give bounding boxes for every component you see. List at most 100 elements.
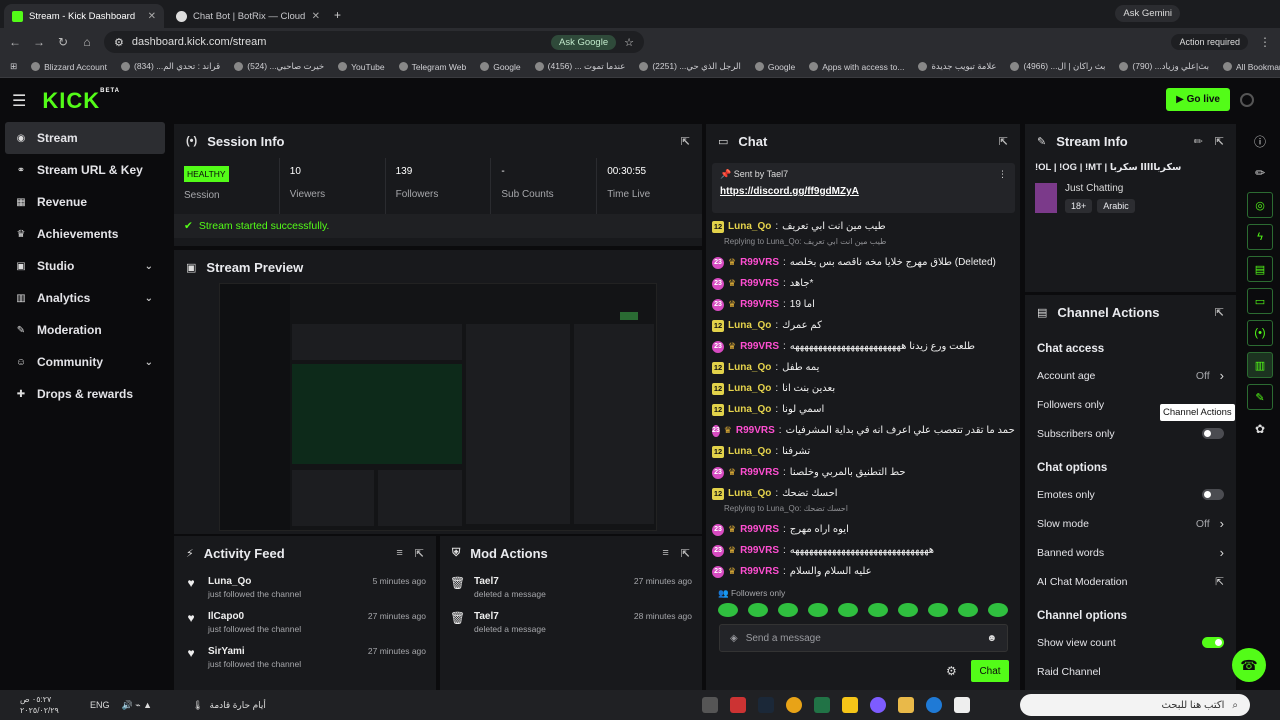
emote-icon[interactable] [898, 603, 918, 617]
option-control[interactable] [1202, 637, 1224, 648]
edit-icon[interactable]: ✏ [1247, 160, 1273, 186]
channel-option[interactable]: Show view count [1025, 628, 1236, 657]
popout-icon[interactable]: ⇱ [681, 135, 690, 148]
clock[interactable]: ٠٥:٢٧ ص ٢٠٢٥/٠٢/٢٩ [0, 694, 90, 716]
excel-icon[interactable] [814, 697, 830, 713]
channel-option[interactable]: Account age Off › [1025, 361, 1236, 390]
palette-icon[interactable]: ✿ [1247, 416, 1273, 442]
channel-actions-rail-icon[interactable]: ▥ [1247, 352, 1273, 378]
filter-icon[interactable]: ≡ [396, 547, 402, 560]
bookmark-item[interactable]: عندما تموت ... (4156) [534, 61, 625, 72]
filter-icon[interactable]: ≡ [662, 547, 668, 560]
menu-icon[interactable]: ⋮ [1258, 35, 1272, 49]
chat-username[interactable]: R99VRS [740, 257, 779, 268]
emote-icon[interactable] [868, 603, 888, 617]
chat-username[interactable]: R99VRS [740, 299, 779, 310]
chat-username[interactable]: Luna_Qo [728, 446, 771, 457]
popout-icon[interactable]: ⇱ [1215, 306, 1224, 319]
option-control[interactable]: Off › [1196, 368, 1224, 383]
sidebar-item-stream[interactable]: ◉ Stream [5, 122, 165, 154]
support-headset-icon[interactable]: ☎ [1232, 648, 1266, 682]
chat-message[interactable]: 23 ♛ R99VRS: جاهد* [712, 273, 1015, 294]
chat-message[interactable]: 23 ♛ R99VRS: طلعت ورع زيدنا ههههههههههههههه… [712, 336, 1015, 357]
chat-username[interactable]: R99VRS [736, 425, 775, 436]
bookmark-item[interactable]: YouTube [338, 62, 385, 72]
stream-preview-video[interactable] [219, 283, 657, 531]
emote-icon[interactable] [928, 603, 948, 617]
bookmark-item[interactable]: All Bookmarks [1222, 62, 1280, 72]
option-control[interactable]: Off › [1196, 516, 1224, 531]
chat-message[interactable]: 12 Luna_Qo: طيب مين انت ابي تعريف [712, 216, 1015, 237]
gear-icon[interactable]: ⚙ [946, 664, 957, 678]
chat-message[interactable]: 23 ♛ R99VRS: عاد احمد ما تقدر تتعصب علي اعر… [712, 420, 1015, 441]
back-icon[interactable]: ← [8, 35, 22, 49]
chat-username[interactable]: R99VRS [740, 467, 779, 478]
bookmark-item[interactable]: خيرت صاحبي... (524) [234, 61, 324, 72]
app-icon[interactable] [954, 697, 970, 713]
bookmark-item[interactable]: Apps with access to... [809, 62, 904, 72]
chat-username[interactable]: Luna_Qo [728, 404, 771, 415]
sidebar-item-studio[interactable]: ▣ Studio ⌄ [5, 250, 165, 282]
ask-google-button[interactable]: Ask Google [551, 34, 617, 50]
emote-icon[interactable] [988, 603, 1008, 617]
chat-username[interactable]: Luna_Qo [728, 362, 771, 373]
option-control[interactable] [1202, 489, 1224, 500]
app-icon[interactable] [842, 697, 858, 713]
bookmark-item[interactable]: الرجل الذي حي... (2251) [639, 61, 741, 72]
system-tray-icons[interactable]: 🔊 ⌁ ▲ [122, 700, 153, 711]
channel-option[interactable]: Subscribers only [1025, 419, 1236, 448]
info-icon[interactable]: ⓘ [1247, 128, 1273, 154]
new-tab-icon[interactable]: + [334, 8, 341, 22]
go-live-button[interactable]: ▶ Go live [1166, 88, 1230, 111]
chat-input[interactable]: ◈ Send a message ☻ [719, 624, 1008, 652]
chat-message[interactable]: 23 ♛ R99VRS: ايوه اراه مهرج [712, 519, 1015, 540]
toggle-switch[interactable] [1202, 489, 1224, 500]
chat-username[interactable]: R99VRS [740, 566, 779, 577]
emote-icon[interactable] [838, 603, 858, 617]
chat-message[interactable]: 23 ♛ R99VRS: اما 19 [712, 294, 1015, 315]
sidebar-item-drops-rewards[interactable]: ✚ Drops & rewards [5, 378, 165, 410]
close-icon[interactable]: ✕ [312, 11, 320, 22]
option-control[interactable]: ⇱ [1215, 576, 1224, 588]
emote-icon[interactable] [958, 603, 978, 617]
sidebar-item-revenue[interactable]: ▦ Revenue [5, 186, 165, 218]
chat-username[interactable]: Luna_Qo [728, 320, 771, 331]
bookmark-star-icon[interactable]: ☆ [624, 36, 634, 49]
bookmark-item[interactable]: Blizzard Account [31, 62, 107, 72]
chat-message[interactable]: 12 Luna_Qo: اسمي لونا [712, 399, 1015, 420]
app-icon[interactable] [870, 697, 886, 713]
target-icon[interactable]: ◎ [1247, 192, 1273, 218]
bookmark-item[interactable]: Telegram Web [398, 62, 466, 72]
popout-icon[interactable]: ⇱ [1215, 135, 1224, 148]
sidebar-item-community[interactable]: ☺ Community ⌄ [5, 346, 165, 378]
channel-option[interactable]: Emotes only [1025, 480, 1236, 509]
url-bar[interactable]: ⚙ dashboard.kick.com/stream Ask Google ☆ [104, 31, 644, 53]
chat-message-list[interactable]: 12 Luna_Qo: طيب مين انت ابي تعريف Replying … [712, 216, 1015, 582]
close-icon[interactable]: ✕ [148, 11, 156, 22]
app-icon[interactable] [730, 697, 746, 713]
wrench-icon[interactable]: ✎ [1247, 384, 1273, 410]
bookmark-item[interactable]: علامة تبويب جديدة [918, 61, 996, 72]
sidebar-item-stream-url-key[interactable]: ⚭ Stream URL & Key [5, 154, 165, 186]
chat-username[interactable]: Luna_Qo [728, 383, 771, 394]
forward-icon[interactable]: → [32, 35, 46, 49]
steam-icon[interactable] [758, 697, 774, 713]
channel-option[interactable]: Banned words › [1025, 538, 1236, 567]
unpin-icon[interactable]: ⋮ [998, 169, 1007, 180]
hamburger-menu-icon[interactable]: ☰ [12, 91, 26, 111]
popout-icon[interactable]: ⇱ [999, 135, 1008, 148]
bookmark-item[interactable]: Google [754, 62, 795, 72]
edit-icon[interactable]: ✏ [1194, 135, 1203, 148]
toggle-switch[interactable] [1202, 637, 1224, 648]
document-icon[interactable]: ▤ [1247, 256, 1273, 282]
popout-icon[interactable]: ⇱ [415, 547, 424, 560]
chat-message[interactable]: 23 ♛ R99VRS: حط التطنيق بالمربي وخلصنا [712, 462, 1015, 483]
bookmark-item[interactable]: بث راكان | ال... (4966) [1010, 61, 1105, 72]
chat-message[interactable]: 12 Luna_Qo: تشرفنا [712, 441, 1015, 462]
chat-message[interactable]: 23 ♛ R99VRS: هههههههههههههههههههههههههههههه… [712, 540, 1015, 561]
chat-message[interactable]: 12 Luna_Qo: كم عمرك [712, 315, 1015, 336]
chat-username[interactable]: R99VRS [740, 278, 779, 289]
sidebar-item-achievements[interactable]: ♛ Achievements [5, 218, 165, 250]
emote-icon[interactable] [778, 603, 798, 617]
chat-username[interactable]: R99VRS [740, 341, 779, 352]
